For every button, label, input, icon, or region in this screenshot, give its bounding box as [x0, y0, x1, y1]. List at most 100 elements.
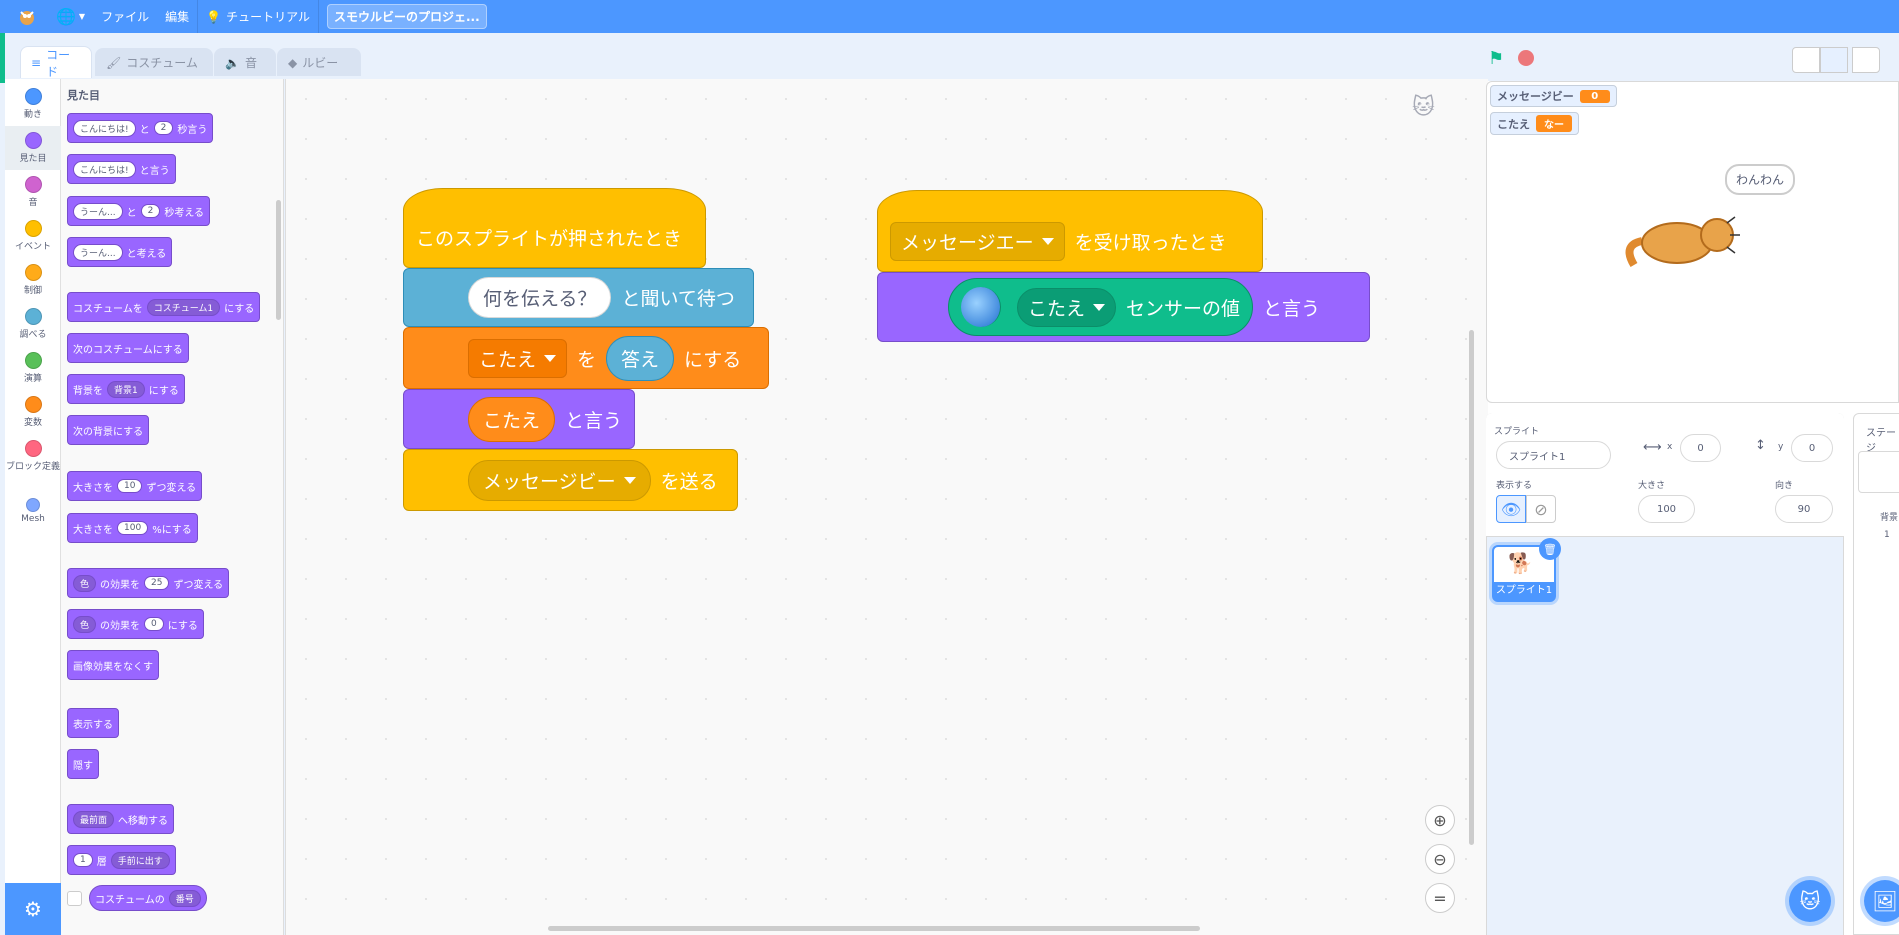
block-input[interactable]: 25: [144, 576, 170, 590]
app-logo-icon[interactable]: [16, 6, 38, 28]
tab-code[interactable]: ≡ コード: [20, 46, 92, 79]
category-control[interactable]: 制御: [5, 258, 61, 302]
block-input[interactable]: 1: [73, 853, 93, 867]
code-vertical-scrollbar[interactable]: [1469, 330, 1474, 845]
small-stage-button[interactable]: [1792, 47, 1820, 73]
block-input[interactable]: 2: [140, 204, 161, 218]
say-sensor-block[interactable]: こたえ センサーの値 と言う: [877, 272, 1370, 342]
block-input[interactable]: うーん...: [73, 243, 123, 261]
tab-costume[interactable]: 🖌 コスチューム: [95, 48, 213, 76]
mesh-sensor-reporter[interactable]: こたえ センサーの値: [948, 278, 1254, 336]
block-input[interactable]: 10: [117, 479, 143, 493]
fullscreen-button[interactable]: [1852, 47, 1880, 73]
palette-block-change-effect[interactable]: 色の効果を 25 ずつ変える: [67, 568, 230, 598]
palette-block-show[interactable]: 表示する: [67, 708, 119, 738]
block-dropdown[interactable]: 背景1: [107, 380, 145, 398]
tab-ruby[interactable]: ◆ ルビー: [277, 48, 361, 76]
block-dropdown[interactable]: 色: [73, 574, 97, 592]
palette-block-costume-reporter[interactable]: コスチュームの 番号: [89, 885, 207, 911]
category-sensing[interactable]: 調べる: [5, 302, 61, 346]
delete-sprite-button[interactable]: 🗑: [1539, 538, 1561, 560]
y-input[interactable]: 0: [1791, 434, 1833, 462]
block-input[interactable]: 0: [144, 617, 164, 631]
add-backdrop-button[interactable]: 🖼: [1864, 880, 1899, 922]
variable-dropdown[interactable]: こたえ: [468, 338, 568, 378]
green-flag-icon[interactable]: ⚑: [1488, 48, 1504, 69]
answer-reporter[interactable]: 答え: [606, 335, 675, 381]
direction-input[interactable]: 90: [1775, 495, 1833, 523]
tab-sound[interactable]: 🔈 音: [214, 48, 276, 76]
stage-thumbnail[interactable]: [1858, 451, 1899, 493]
ask-input[interactable]: 何を伝える？: [468, 277, 612, 318]
zoom-reset-button[interactable]: =: [1425, 883, 1455, 913]
status-strip: [0, 33, 5, 83]
size-input[interactable]: 100: [1638, 495, 1695, 523]
zoom-out-button[interactable]: ⊖: [1425, 844, 1455, 874]
show-button[interactable]: 👁: [1496, 495, 1526, 523]
block-dropdown[interactable]: 番号: [168, 889, 201, 907]
palette-block-clear-effects[interactable]: 画像効果をなくす: [67, 650, 159, 680]
monitor-kotae[interactable]: こたえ なー: [1490, 112, 1579, 135]
tutorial-menu[interactable]: 💡 チュートリアル: [198, 0, 318, 33]
category-motion[interactable]: 動き: [5, 82, 61, 126]
category-operators[interactable]: 演算: [5, 346, 61, 390]
palette-block-say-secs[interactable]: こんにちは! と 2 秒言う: [67, 113, 214, 143]
category-mesh[interactable]: Mesh: [5, 492, 61, 536]
add-extension-button[interactable]: ⚙: [5, 883, 61, 935]
palette-block-hide[interactable]: 隠す: [67, 749, 99, 779]
block-dropdown[interactable]: 色: [73, 615, 97, 633]
events-dot-icon: [24, 220, 42, 237]
set-variable-block[interactable]: こたえ を 答え にする: [403, 327, 769, 389]
palette-block-switch-backdrop[interactable]: 背景を 背景1 にする: [67, 374, 185, 404]
stop-icon[interactable]: [1518, 50, 1534, 66]
zoom-in-button[interactable]: ⊕: [1425, 805, 1455, 835]
palette-block-change-size[interactable]: 大きさを 10 ずつ変える: [67, 471, 203, 501]
block-input[interactable]: 2: [153, 121, 174, 135]
palette-block-next-costume[interactable]: 次のコスチュームにする: [67, 333, 189, 363]
edit-menu[interactable]: 編集: [157, 0, 197, 33]
ask-and-wait-block[interactable]: 何を伝える？ と聞いて待つ: [403, 268, 754, 327]
palette-block-think[interactable]: うーん... と考える: [67, 237, 173, 267]
block-input[interactable]: こんにちは!: [73, 119, 136, 137]
block-dropdown[interactable]: 最前面: [73, 810, 115, 828]
sprite-name-input[interactable]: スプライト1: [1496, 441, 1611, 469]
palette-scrollbar[interactable]: [276, 200, 281, 320]
category-variables[interactable]: 変数: [5, 390, 61, 434]
palette-block-think-secs[interactable]: うーん... と 2 秒考える: [67, 196, 211, 226]
category-sound[interactable]: 音: [5, 170, 61, 214]
monitor-checkbox[interactable]: [67, 891, 82, 906]
sensor-variable-dropdown[interactable]: こたえ: [1017, 287, 1117, 327]
x-input[interactable]: 0: [1680, 434, 1721, 462]
category-myblocks[interactable]: ブロック定義: [5, 434, 61, 490]
palette-block-say[interactable]: こんにちは! と言う: [67, 154, 176, 184]
category-events[interactable]: イベント: [5, 214, 61, 258]
say-block[interactable]: こたえ と言う: [403, 389, 635, 449]
block-input[interactable]: うーん...: [73, 202, 123, 220]
block-input[interactable]: こんにちは!: [73, 160, 136, 178]
sprite-dog[interactable]: [1622, 205, 1744, 279]
add-sprite-button[interactable]: 🐱: [1789, 880, 1831, 922]
palette-block-set-effect[interactable]: 色の効果を 0 にする: [67, 609, 204, 639]
palette-block-goto-layer[interactable]: 最前面 へ移動する: [67, 804, 175, 834]
block-input[interactable]: 100: [117, 521, 149, 535]
large-stage-button[interactable]: [1820, 47, 1848, 73]
project-title-input[interactable]: スモウルビーのプロジェ...: [326, 4, 487, 29]
palette-block-go-layers[interactable]: 1 層手前に出す: [67, 845, 176, 875]
broadcast-dropdown[interactable]: メッセージビー: [468, 459, 651, 501]
variable-reporter[interactable]: こたえ: [467, 396, 555, 442]
code-horizontal-scrollbar[interactable]: [548, 926, 1200, 931]
hide-button[interactable]: ⊘: [1526, 495, 1556, 523]
palette-block-switch-costume[interactable]: コスチュームを コスチューム1 にする: [67, 292, 261, 322]
when-receive-hat[interactable]: メッセージエー を受け取ったとき: [877, 190, 1263, 272]
language-menu[interactable]: 🌐 ▼: [48, 0, 93, 33]
when-sprite-clicked-hat[interactable]: このスプライトが押されたとき: [403, 188, 706, 268]
monitor-message-b[interactable]: メッセージビー 0: [1490, 85, 1617, 107]
category-looks[interactable]: 見た目: [5, 126, 61, 170]
palette-block-set-size[interactable]: 大きさを 100 %にする: [67, 513, 198, 543]
file-menu[interactable]: ファイル: [93, 0, 157, 33]
palette-block-next-backdrop[interactable]: 次の背景にする: [67, 415, 150, 445]
block-dropdown[interactable]: コスチューム1: [146, 298, 221, 316]
block-dropdown[interactable]: 手前に出す: [110, 851, 170, 869]
broadcast-block[interactable]: メッセージビー を送る: [403, 449, 738, 511]
message-dropdown[interactable]: メッセージエー: [890, 221, 1065, 261]
